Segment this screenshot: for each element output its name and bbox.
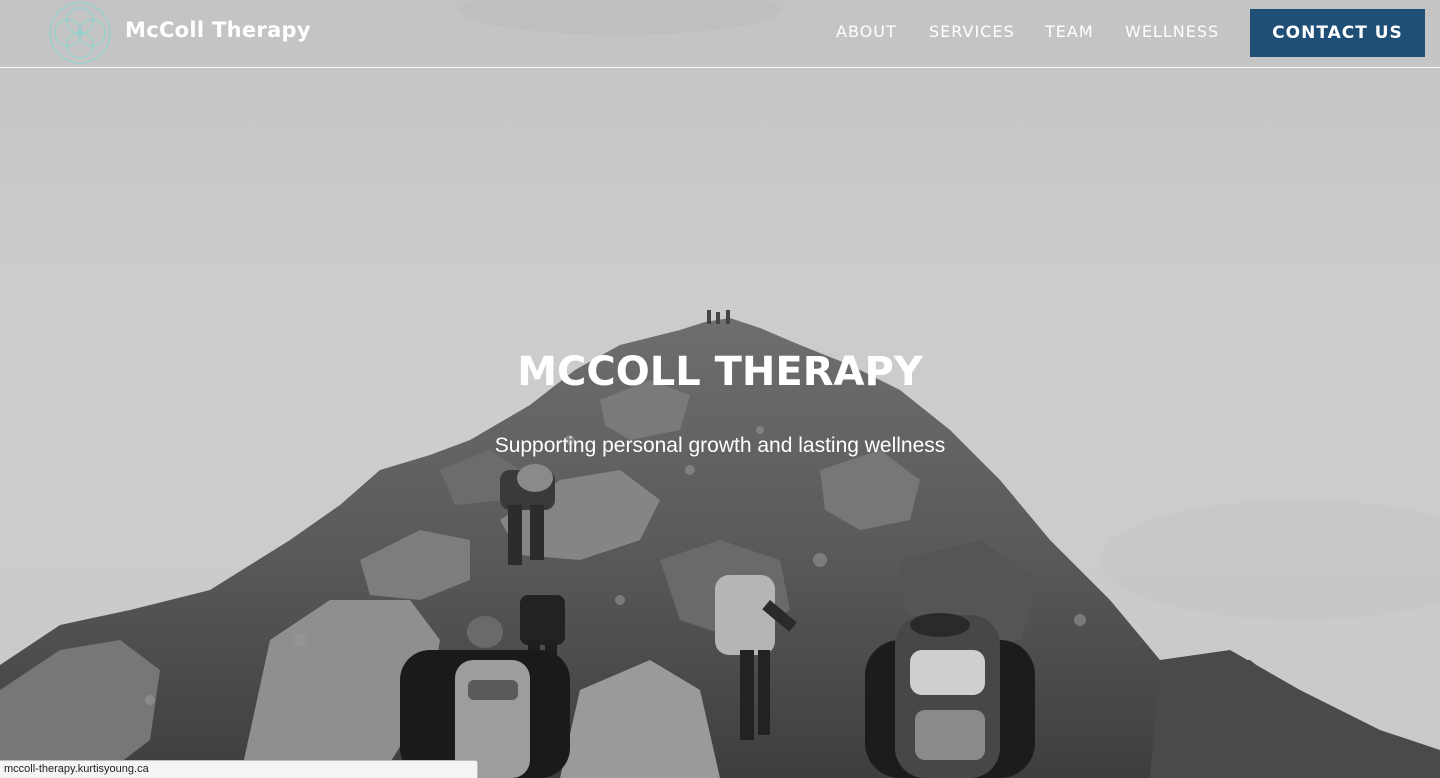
nav-about[interactable]: ABOUT xyxy=(836,22,897,41)
hero-subtitle: Supporting personal growth and lasting w… xyxy=(494,434,946,457)
brand-name[interactable]: McColl Therapy xyxy=(125,18,311,42)
nav-team[interactable]: TEAM xyxy=(1045,22,1094,41)
overlapping-circles-logo-icon[interactable] xyxy=(48,1,112,65)
contact-us-button[interactable]: CONTACT US xyxy=(1250,9,1425,57)
nav-wellness[interactable]: WELLNESS xyxy=(1125,22,1219,41)
hero-title: MCCOLL THERAPY xyxy=(517,349,923,395)
site-header: McColl Therapy ABOUT SERVICES TEAM WELLN… xyxy=(0,0,1440,68)
nav-services[interactable]: SERVICES xyxy=(929,22,1015,41)
page: McColl Therapy ABOUT SERVICES TEAM WELLN… xyxy=(0,0,1440,778)
status-bar-url: mccoll-therapy.kurtisyoung.ca xyxy=(0,760,478,778)
